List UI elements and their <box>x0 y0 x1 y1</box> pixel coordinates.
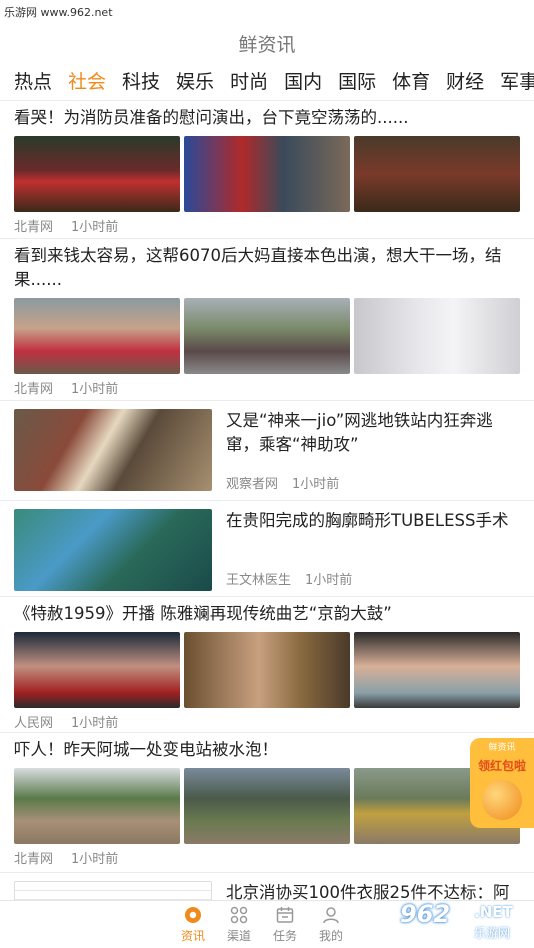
news-source: 观察者网 <box>226 477 279 492</box>
tab-fashion[interactable]: 时尚 <box>222 66 276 98</box>
profile-icon <box>323 907 339 924</box>
news-feed: 看哭！为消防员准备的慰问演出，台下竟空荡荡的...... 北青网 1小时前 看到来… <box>0 100 534 900</box>
news-title: 又是“神来一jio”网逃地铁站内狂奔逃窜，乘客“神助攻” <box>226 411 493 454</box>
news-item[interactable]: 吓人！昨天阿城一处变电站被水泡！ 北青网 1小时前 <box>0 733 534 873</box>
news-time: 1小时前 <box>71 382 119 397</box>
news-source: 北青网 <box>14 852 54 867</box>
news-time: 1小时前 <box>71 852 119 867</box>
tab-entertainment[interactable]: 娱乐 <box>168 66 222 98</box>
watermark-sub: 乐游网 <box>474 926 511 940</box>
nav-label: 渠道 <box>226 929 251 943</box>
badge-title: 领红包啦 <box>477 759 526 773</box>
nav-profile[interactable]: 我的 <box>308 901 354 948</box>
news-images <box>0 292 534 374</box>
tab-sports[interactable]: 体育 <box>384 66 438 98</box>
news-item[interactable]: 看到来钱太容易，这帮6070后大妈直接本色出演，想大干一场，结果...... 北… <box>0 239 534 401</box>
news-item[interactable]: 《特赦1959》开播 陈雅斓再现传统曲艺“京韵大鼓” 人民网 1小时前 <box>0 597 534 733</box>
news-time: 1小时前 <box>71 716 119 731</box>
news-source: 北青网 <box>14 382 54 397</box>
red-packet-badge[interactable]: 鲜资讯 领红包啦 <box>470 738 534 828</box>
red-packet-icon <box>482 780 522 820</box>
tab-society[interactable]: 社会 <box>60 66 114 98</box>
news-thumbnail <box>14 881 212 900</box>
watermark-number: 962 <box>400 900 451 928</box>
news-item[interactable]: 看哭！为消防员准备的慰问演出，台下竟空荡荡的...... 北青网 1小时前 <box>0 101 534 239</box>
news-time: 1小时前 <box>292 477 340 492</box>
news-thumbnail <box>14 768 180 844</box>
category-tabs: 热点 社会 科技 娱乐 时尚 国内 国际 体育 财经 军事 <box>0 66 534 98</box>
news-source: 王文林医生 <box>226 573 292 588</box>
channel-grid-icon <box>230 906 248 924</box>
news-source: 人民网 <box>14 716 54 731</box>
site-watermark-text: 乐游网 www.962.net <box>4 6 113 19</box>
app-title: 鲜资讯 <box>238 34 296 56</box>
news-images <box>0 130 534 212</box>
badge-app-label: 鲜资讯 <box>488 743 516 753</box>
news-thumbnail <box>354 298 520 374</box>
nav-label: 资讯 <box>180 929 205 943</box>
news-thumbnail <box>184 768 350 844</box>
news-thumbnail <box>184 632 350 708</box>
news-title: 吓人！昨天阿城一处变电站被水泡！ <box>14 740 278 759</box>
news-item[interactable]: 在贵阳完成的胸廓畸形TUBELESS手术 王文林医生 1小时前 <box>0 501 534 597</box>
nav-tasks[interactable]: 任务 <box>262 901 308 948</box>
news-thumbnail <box>14 409 212 491</box>
news-images <box>0 762 534 844</box>
news-thumbnail <box>184 136 350 212</box>
tab-domestic[interactable]: 国内 <box>276 66 330 98</box>
tab-hot[interactable]: 热点 <box>0 66 60 98</box>
tab-international[interactable]: 国际 <box>330 66 384 98</box>
nav-label: 我的 <box>318 929 343 943</box>
news-time: 1小时前 <box>71 220 119 235</box>
tab-finance[interactable]: 财经 <box>438 66 492 98</box>
news-thumbnail <box>14 136 180 212</box>
news-title: 《特赦1959》开播 陈雅斓再现传统曲艺“京韵大鼓” <box>14 604 392 623</box>
tab-military[interactable]: 军事 <box>492 66 534 98</box>
site-watermark-logo: 962 .NET 乐游网 <box>398 898 530 944</box>
news-time: 1小时前 <box>305 573 353 588</box>
nav-channels[interactable]: 渠道 <box>216 901 262 948</box>
news-icon <box>185 907 201 923</box>
news-thumbnail <box>354 632 520 708</box>
news-thumbnail <box>14 298 180 374</box>
news-title: 看哭！为消防员准备的慰问演出，台下竟空荡荡的...... <box>14 108 409 127</box>
news-images <box>0 626 534 708</box>
watermark-net: .NET <box>474 903 513 921</box>
news-source: 北青网 <box>14 220 54 235</box>
news-item[interactable]: 北京消协买100件衣服25件不达标：阿 <box>0 873 534 900</box>
news-item[interactable]: 又是“神来一jio”网逃地铁站内狂奔逃窜，乘客“神助攻” 观察者网 1小时前 <box>0 401 534 501</box>
news-thumbnail <box>14 632 180 708</box>
news-thumbnail <box>354 136 520 212</box>
news-title: 看到来钱太容易，这帮6070后大妈直接本色出演，想大干一场，结果...... <box>14 246 502 289</box>
nav-label: 任务 <box>272 929 297 943</box>
task-calendar-icon <box>276 907 294 923</box>
news-thumbnail <box>184 298 350 374</box>
news-title: 在贵阳完成的胸廓畸形TUBELESS手术 <box>226 511 509 530</box>
nav-news[interactable]: 资讯 <box>170 901 216 948</box>
news-thumbnail <box>14 509 212 591</box>
tab-tech[interactable]: 科技 <box>114 66 168 98</box>
